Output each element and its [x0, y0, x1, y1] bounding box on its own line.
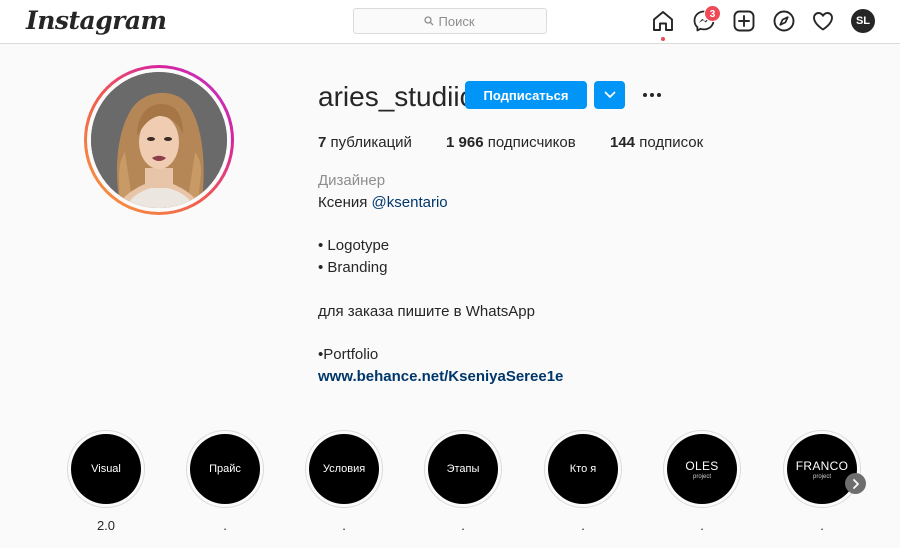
highlight-ring: Прайс	[186, 430, 264, 508]
story-highlight[interactable]: OLES project .	[663, 430, 741, 534]
bio-spacer	[318, 279, 563, 301]
highlight-label: 2.0	[96, 518, 116, 533]
highlight-label: .	[342, 518, 346, 533]
bio-line-branding: • Branding	[318, 259, 388, 277]
home-active-dot	[661, 37, 665, 41]
followers-stat[interactable]: 1 966 подписчиков	[446, 134, 576, 151]
following-label: подписок	[639, 134, 704, 151]
followers-count: 1 966	[446, 134, 484, 151]
profile-bio: Дизайнер Ксения @ksentario • Logotype • …	[318, 170, 563, 388]
posts-label: публикаций	[330, 134, 412, 151]
story-highlight[interactable]: Условия .	[305, 430, 383, 534]
story-highlight[interactable]: Прайс .	[186, 430, 264, 534]
follow-button[interactable]: Подписаться	[465, 81, 587, 109]
following-stat[interactable]: 144 подписок	[610, 134, 703, 151]
instagram-logo[interactable]: Instagram	[26, 6, 167, 35]
highlight-ring: Visual	[67, 430, 145, 508]
profile-picture-frame	[87, 68, 231, 212]
story-highlight[interactable]: Visual 2.0	[67, 430, 145, 534]
bio-name: Ксения	[318, 193, 368, 211]
profile-photo-illustration	[91, 72, 227, 208]
user-avatar[interactable]: SL	[851, 9, 875, 33]
more-options-button[interactable]	[640, 84, 664, 106]
bio-name-line: Ксения @ksentario	[318, 192, 563, 214]
highlight-ring: Условия	[305, 430, 383, 508]
highlight-label: .	[461, 518, 465, 533]
highlight-label: .	[223, 518, 227, 533]
highlight-label: .	[700, 518, 704, 533]
profile-picture-story-ring[interactable]	[84, 65, 234, 215]
followers-label: подписчиков	[487, 134, 576, 151]
suggested-accounts-button[interactable]	[594, 81, 625, 109]
bio-order-text: для заказа пишите в WhatsApp	[318, 302, 535, 320]
bio-spacer	[318, 323, 563, 345]
more-dot-icon	[643, 93, 647, 97]
search-box[interactable]	[353, 8, 547, 34]
story-highlight[interactable]: Этапы .	[424, 430, 502, 534]
highlight-subtitle: project	[812, 473, 831, 480]
highlight-cover: Этапы	[428, 434, 498, 504]
posts-stat: 7 публикаций	[318, 134, 412, 151]
highlight-title: Этапы	[446, 463, 480, 475]
highlight-cover: FRANCO project	[787, 434, 857, 504]
posts-count: 7	[318, 134, 327, 151]
bio-category: Дизайнер	[318, 172, 386, 189]
highlight-title: Прайс	[209, 463, 241, 475]
bio-portfolio-text: •Portfolio	[318, 346, 379, 364]
messages-count-badge: 3	[704, 5, 721, 22]
new-post-icon[interactable]	[732, 9, 756, 33]
highlight-title: Условия	[322, 463, 366, 475]
highlight-cover: OLES project	[667, 434, 737, 504]
highlight-title: OLES	[685, 458, 719, 473]
highlight-cover: Условия	[309, 434, 379, 504]
more-dot-icon	[650, 93, 654, 97]
highlight-title: Visual	[91, 463, 121, 475]
highlight-title: FRANCO	[795, 458, 849, 473]
following-count: 144	[610, 134, 636, 151]
bio-website-link[interactable]: www.behance.net/KseniyaSeree1e	[318, 366, 563, 388]
story-highlight[interactable]: Кто я .	[544, 430, 622, 534]
more-dot-icon	[657, 93, 661, 97]
bio-spacer	[318, 214, 563, 236]
highlight-label: .	[581, 518, 585, 533]
chevron-down-icon	[604, 91, 615, 98]
highlight-ring: Этапы	[424, 430, 502, 508]
highlight-cover: Прайс	[190, 434, 260, 504]
highlight-title: Кто я	[569, 463, 597, 475]
highlights-next-button[interactable]	[845, 473, 866, 494]
highlight-cover: Visual	[71, 434, 141, 504]
home-icon[interactable]	[651, 9, 675, 33]
explore-icon[interactable]	[772, 9, 796, 33]
highlight-cover: Кто я	[548, 434, 618, 504]
highlight-subtitle: project	[692, 473, 711, 480]
profile-photo	[91, 72, 227, 208]
bio-mention-link[interactable]: @ksentario	[372, 194, 448, 211]
search-icon	[423, 16, 433, 26]
top-navigation-bar: Instagram 3	[0, 0, 900, 44]
chevron-right-icon	[852, 478, 859, 489]
highlight-ring: FRANCO project	[783, 430, 861, 508]
activity-heart-icon[interactable]	[811, 9, 835, 33]
profile-username: aries_studiio	[318, 81, 476, 112]
highlight-ring: Кто я	[544, 430, 622, 508]
bio-line-logotype: • Logotype	[318, 237, 390, 255]
highlight-label: .	[820, 518, 824, 533]
search-input[interactable]	[438, 13, 477, 29]
highlight-ring: OLES project	[663, 430, 741, 508]
